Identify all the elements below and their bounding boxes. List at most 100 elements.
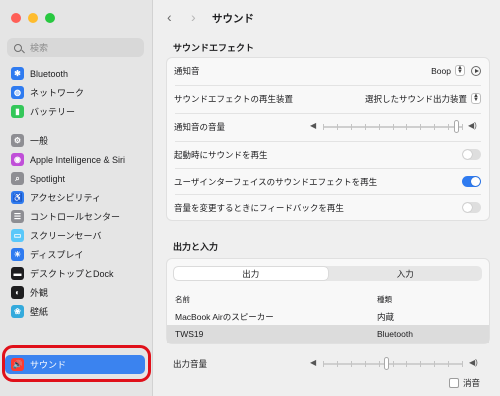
table-row[interactable]: MacBook Airのスピーカー 内蔵: [167, 307, 489, 325]
mute-checkbox-row[interactable]: 消音: [449, 377, 480, 389]
back-button[interactable]: ‹: [167, 9, 172, 25]
sidebar-item[interactable]: ▭ スクリーンセーバ: [5, 226, 145, 245]
device-type: 内蔵: [377, 312, 395, 322]
device-name: TWS19: [175, 329, 204, 339]
tab-output[interactable]: 出力: [174, 267, 328, 280]
volume-feedback-label: 音量を変更するときにフィードバックを再生: [174, 202, 344, 213]
output-volume-label: 出力音量: [173, 359, 208, 369]
slider-tick: [434, 124, 436, 130]
sidebar-item-label: Bluetooth: [30, 68, 69, 79]
sidebar-item[interactable]: ⚙ 一般: [5, 131, 145, 150]
spotlight-icon: ⌕: [11, 172, 24, 185]
page-title: サウンド: [212, 13, 254, 25]
accessibility-icon: ♿: [11, 191, 24, 204]
slider-tick: [378, 361, 380, 367]
slider-tick: [350, 361, 352, 367]
sidebar-item[interactable]: ✱ Bluetooth: [5, 64, 145, 83]
slider-tick: [448, 124, 450, 130]
slider-thumb[interactable]: [383, 357, 389, 370]
table-row[interactable]: TWS19 Bluetooth: [167, 325, 489, 343]
column-name: 名前: [175, 295, 190, 304]
section-title-effects: サウンドエフェクト: [173, 43, 255, 53]
sidebar-item[interactable]: ▬ デスクトップとDock: [5, 264, 145, 283]
sidebar-item[interactable]: ❀ 壁紙: [5, 302, 145, 321]
desktop-dock-icon: ▬: [11, 267, 24, 280]
speaker-high-icon: ◀): [469, 358, 478, 367]
volume-feedback-row: 音量を変更するときにフィードバックを再生: [167, 195, 489, 220]
device-name: MacBook Airのスピーカー: [175, 312, 274, 322]
sidebar-item-label: 一般: [30, 136, 49, 146]
speaker-high-icon: ◀): [468, 121, 477, 130]
startup-sound-label: 起動時にサウンドを再生: [174, 149, 268, 160]
minimize-button[interactable]: [28, 13, 38, 23]
chevron-updown-icon: ▲ ▼: [455, 65, 465, 76]
sidebar-item[interactable]: ◉ Apple Intelligence & Siri: [5, 150, 145, 169]
search-icon: [14, 43, 22, 52]
slider-tick: [406, 361, 408, 367]
slider-tick: [392, 124, 394, 130]
slider-tick: [378, 124, 380, 130]
main-pane: ‹ › サウンド サウンドエフェクト 通知音 Boop ▲ ▼ サウンドエフェクト…: [153, 0, 500, 396]
zoom-button[interactable]: [45, 13, 55, 23]
sidebar-item-label: デスクトップとDock: [30, 269, 114, 279]
sidebar-item[interactable]: ☀ ディスプレイ: [5, 245, 145, 264]
display-icon: ☀: [11, 248, 24, 261]
slider-tick: [420, 124, 422, 130]
sidebar-item[interactable]: ⌕ Spotlight: [5, 169, 145, 188]
startup-sound-toggle[interactable]: [462, 149, 481, 160]
alert-sound-select[interactable]: Boop: [431, 66, 451, 76]
volume-feedback-toggle[interactable]: [462, 202, 481, 213]
io-panel: 出力 入力 名前 種類 MacBook Airのスピーカー 内蔵 TWS19 B…: [166, 258, 490, 344]
tab-input[interactable]: 入力: [329, 266, 483, 281]
slider-tick: [350, 124, 352, 130]
mute-label: 消音: [463, 378, 481, 388]
search-input[interactable]: 検索: [7, 38, 144, 57]
siri-icon: ◉: [11, 153, 24, 166]
play-device-label: サウンドエフェクトの再生装置: [174, 93, 294, 104]
settings-window: 検索 ✱ Bluetooth ◍ ネットワーク ▮ バッテリー ⚙ 一般 ◉ Apple Inte…: [0, 0, 500, 396]
alert-volume-slider[interactable]: [323, 120, 463, 133]
toolbar: ‹ › サウンド: [153, 0, 500, 34]
slider-tick: [336, 361, 338, 367]
close-button[interactable]: [11, 13, 21, 23]
slider-tick: [364, 361, 366, 367]
wallpaper-icon: ❀: [11, 305, 24, 318]
play-button[interactable]: [471, 65, 481, 76]
network-icon: ◍: [11, 86, 24, 99]
ui-effects-toggle[interactable]: [462, 176, 481, 187]
mute-checkbox[interactable]: [449, 378, 459, 388]
slider-tick: [406, 124, 408, 130]
sidebar-item[interactable]: ☰ コントロールセンター: [5, 207, 145, 226]
section-title-io: 出力と入力: [173, 242, 219, 252]
sidebar-item-label: 外観: [30, 288, 49, 298]
slider-tick: [420, 361, 422, 367]
ui-effects-row: ユーザインターフェイスのサウンドエフェクトを再生: [167, 169, 489, 194]
bluetooth-icon: ✱: [11, 67, 24, 80]
sidebar-item[interactable]: ▮ バッテリー: [5, 102, 145, 121]
sidebar-item-label: 壁紙: [30, 307, 49, 317]
slider-tick: [434, 361, 436, 367]
play-device-select[interactable]: 選択したサウンド出力装置: [365, 93, 467, 105]
output-volume-slider[interactable]: [323, 357, 463, 370]
screensaver-icon: ▭: [11, 229, 24, 242]
forward-button[interactable]: ›: [191, 9, 196, 25]
battery-icon: ▮: [11, 105, 24, 118]
search-placeholder: 検索: [30, 43, 49, 53]
sidebar-item[interactable]: ♿ アクセシビリティ: [5, 188, 145, 207]
alert-sound-row: 通知音 Boop ▲ ▼: [167, 58, 489, 83]
control-center-icon: ☰: [11, 210, 24, 223]
slider-tick: [462, 124, 463, 130]
sidebar-item[interactable]: ◐ 外観: [5, 283, 145, 302]
effects-panel: 通知音 Boop ▲ ▼ サウンドエフェクトの再生装置 選択したサウンド出力装置 …: [166, 57, 490, 221]
highlight-annotation: [2, 345, 151, 382]
slider-tick: [323, 124, 324, 130]
chevron-updown-icon: ▲ ▼: [471, 93, 481, 104]
slider-tick: [364, 124, 366, 130]
column-type: 種類: [377, 295, 392, 304]
sidebar-item[interactable]: ◍ ネットワーク: [5, 83, 145, 102]
slider-thumb[interactable]: [453, 120, 459, 133]
sidebar-item-label: バッテリー: [30, 107, 76, 117]
speaker-low-icon: ◀: [310, 358, 317, 367]
sidebar-item-label: コントロールセンター: [30, 212, 121, 222]
device-type: Bluetooth: [377, 329, 413, 339]
